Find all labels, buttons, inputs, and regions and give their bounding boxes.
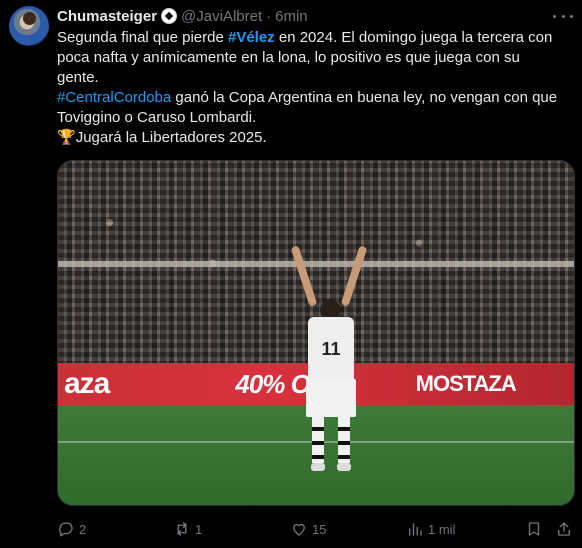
tweet-photo[interactable]: aza 40% OFF MOSTAZA 11 [57, 160, 575, 506]
trophy-icon: 🏆 [57, 129, 76, 146]
heart-icon [293, 523, 305, 536]
player-arm [340, 245, 368, 307]
reply-button[interactable]: 2 [57, 518, 86, 540]
ad-text: aza [64, 367, 110, 400]
player-shorts [306, 379, 356, 417]
player-boot [337, 463, 351, 471]
player-arm [290, 245, 318, 307]
repost-count: 1 [195, 521, 203, 537]
like-button[interactable]: 15 [290, 518, 326, 540]
reply-icon [59, 522, 73, 537]
bookmark-button[interactable] [525, 518, 543, 540]
bookmark-icon [528, 522, 540, 536]
repost-button[interactable]: 1 [173, 518, 202, 540]
player-figure: 11 [290, 245, 370, 485]
tweet-line: poca nafta y anímicamente en la lona, lo… [57, 49, 520, 66]
text-segment: ganó la Copa Argentina en buena ley, no … [171, 89, 558, 106]
hashtag-velez[interactable]: #Vélez [228, 29, 275, 46]
player-boot [311, 463, 325, 471]
author-handle[interactable]: @JaviAlbret [181, 8, 262, 25]
tweet[interactable]: Chumasteiger @JaviAlbret · 6min Segunda … [0, 0, 582, 548]
share-icon [558, 522, 570, 536]
text-segment: en 2024. El domingo juega la tercera con [274, 29, 553, 46]
avatar[interactable] [9, 6, 49, 46]
views-count: 1 mil [428, 521, 456, 537]
repost-icon [177, 522, 187, 536]
separator-dot: · [266, 7, 272, 25]
views-icon [409, 523, 422, 536]
player-leg [338, 417, 350, 463]
text-segment: Jugará la Libertadores 2025. [75, 129, 267, 146]
tweet-line: Segunda final que pierde #Vélez en 2024.… [57, 28, 572, 48]
share-button[interactable] [555, 518, 573, 540]
ad-text: MOSTAZA [415, 371, 517, 396]
tweet-line: #CentralCordoba ganó la Copa Argentina e… [57, 88, 572, 108]
player-shirt: 11 [308, 317, 354, 381]
tweet-line: gente. [57, 69, 99, 86]
author-name[interactable]: Chumasteiger [57, 8, 157, 25]
views-button[interactable]: 1 mil [406, 518, 455, 540]
soccer-ball-icon [161, 8, 178, 24]
tweet-header: Chumasteiger @JaviAlbret · 6min [57, 6, 308, 26]
tweet-line: Toviggino o Caruso Lombardi. [57, 109, 257, 126]
tweet-line: 🏆Jugará la Libertadores 2025. [57, 128, 572, 148]
timestamp[interactable]: 6min [275, 8, 308, 25]
hashtag-centralcordoba[interactable]: #CentralCordoba [57, 89, 171, 106]
tweet-actions: 2 1 15 1 mil [57, 518, 575, 540]
shirt-number: 11 [321, 338, 341, 359]
like-count: 15 [312, 521, 327, 537]
more-options-icon[interactable] [553, 8, 573, 24]
text-segment: Segunda final que pierde [57, 29, 228, 46]
tweet-text: Segunda final que pierde #Vélez en 2024.… [57, 28, 572, 148]
reply-count: 2 [79, 521, 87, 537]
player-leg [312, 417, 324, 463]
